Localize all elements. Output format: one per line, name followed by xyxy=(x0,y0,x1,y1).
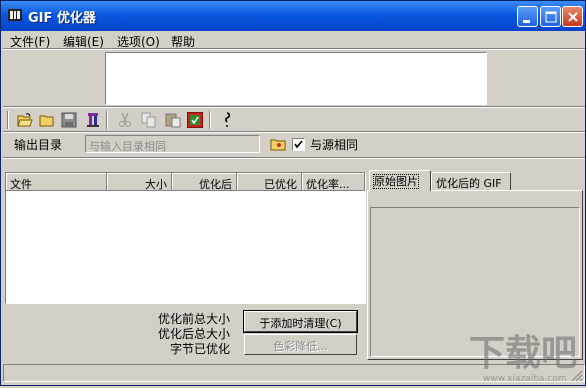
file-list[interactable]: 文件 大小 优化后 已优化 优化率... xyxy=(5,172,366,304)
toolbar-separator xyxy=(106,111,108,129)
menu-bar: 文件(F) 编辑(E) 选项(O) 帮助 xyxy=(3,31,585,49)
delete-icon[interactable] xyxy=(83,110,103,130)
tab-optimized-gif-label: 优化后的 GIF xyxy=(436,177,502,190)
save-icon[interactable] xyxy=(59,110,79,130)
window-title: GIF 优化器 xyxy=(28,11,96,26)
tab-optimized-gif[interactable]: 优化后的 GIF xyxy=(431,172,511,190)
svg-text:www.xiazaiba.com: www.xiazaiba.com xyxy=(483,374,567,384)
maximize-icon[interactable] xyxy=(540,6,561,27)
cut-icon[interactable] xyxy=(115,110,135,130)
app-icon xyxy=(7,7,23,23)
browse-folder-icon[interactable] xyxy=(269,136,287,153)
toolbar xyxy=(3,109,585,131)
menu-separator xyxy=(3,48,585,50)
toolbar-separator-top xyxy=(3,106,585,108)
column-header-ratio[interactable]: 优化率... xyxy=(302,173,365,191)
column-header-optimized-size[interactable]: 优化后 xyxy=(172,173,237,191)
tab-original-image[interactable]: 原始图片 xyxy=(369,170,431,191)
toolbar-grip xyxy=(7,111,9,129)
checkmark-icon xyxy=(294,140,303,149)
same-as-source-checkbox[interactable] xyxy=(292,138,305,151)
toolbar-separator-2 xyxy=(209,111,211,129)
paste-icon[interactable] xyxy=(163,110,183,130)
open-icon[interactable] xyxy=(15,110,35,130)
help-icon[interactable] xyxy=(217,110,237,130)
folder-icon[interactable] xyxy=(37,110,57,130)
minimize-icon[interactable] xyxy=(517,6,538,27)
main-window: GIF 优化器 文件(F) 编辑(E) 选项(O) 帮助 输出目录 与输入目录相… xyxy=(0,0,586,386)
watermark-logo: 下载吧 www.xiazaiba.com xyxy=(461,325,585,385)
reduce-colors-button[interactable]: 色彩降低... xyxy=(244,334,357,355)
copy-icon[interactable] xyxy=(139,110,159,130)
close-icon[interactable] xyxy=(562,6,583,27)
column-header-saved[interactable]: 已优化 xyxy=(237,173,302,191)
column-header-size[interactable]: 大小 xyxy=(107,173,172,191)
clear-on-add-button[interactable]: 于添加时清理(C) xyxy=(243,310,358,333)
preview-box xyxy=(105,52,487,105)
column-header-file[interactable]: 文件 xyxy=(6,173,107,191)
title-bar[interactable]: GIF 优化器 xyxy=(1,1,585,31)
output-separator xyxy=(3,157,585,159)
svg-text:下载吧: 下载吧 xyxy=(469,333,577,374)
same-as-source-label: 与源相同 xyxy=(310,138,359,152)
toolbar-separator-bottom xyxy=(3,131,585,133)
output-dir-label: 输出目录 xyxy=(14,138,63,152)
output-dir-input[interactable]: 与输入目录相同 xyxy=(85,135,260,153)
tab-original-image-label: 原始图片 xyxy=(373,174,419,189)
bytes-saved-label: 字节已优化 xyxy=(169,342,230,356)
optimize-icon[interactable] xyxy=(185,110,205,130)
